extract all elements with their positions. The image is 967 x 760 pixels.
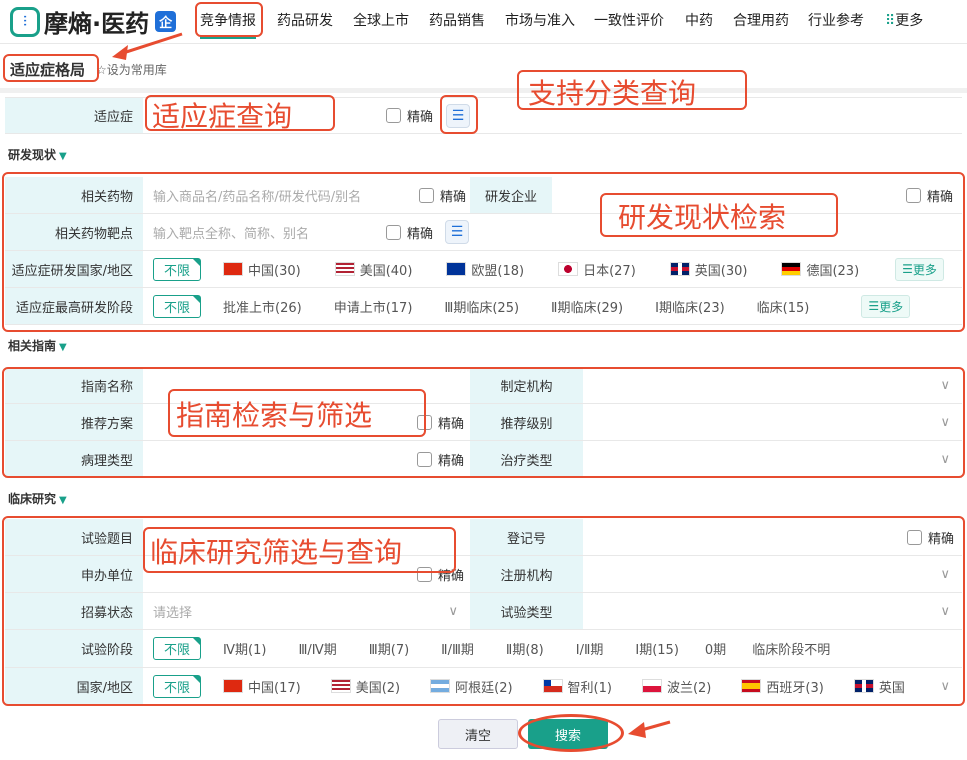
arrow-head-icon — [112, 45, 128, 60]
arrow-icon — [119, 32, 183, 56]
arrow-head-icon — [628, 722, 646, 738]
annotation-arrows — [112, 32, 671, 738]
